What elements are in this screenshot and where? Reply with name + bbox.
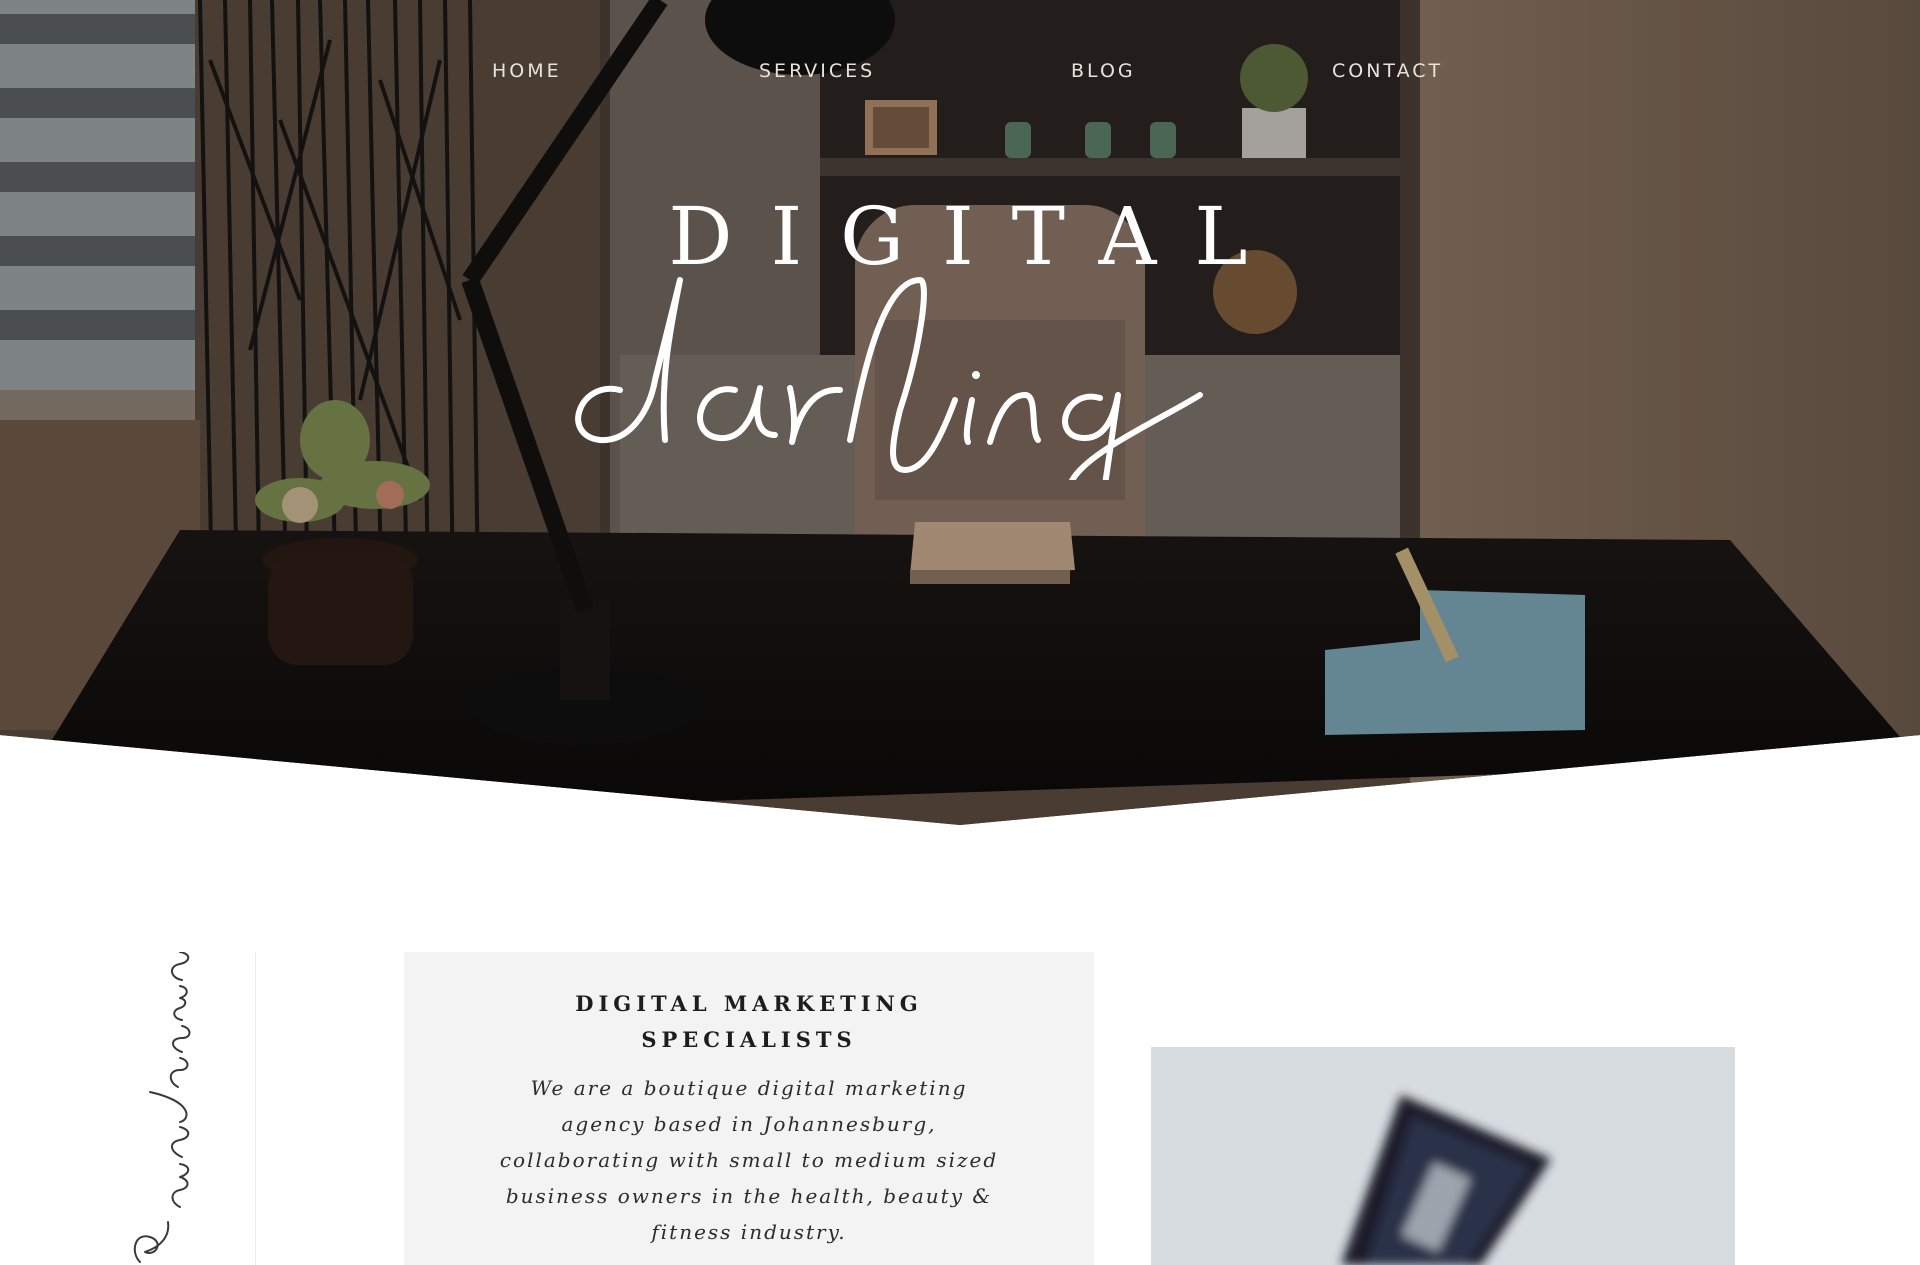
welcome-script-glyph <box>133 952 191 1263</box>
site-logo[interactable]: DIGITAL darling <box>560 160 1360 511</box>
intro-heading: DIGITAL MARKETING SPECIALISTS <box>404 986 1094 1058</box>
nav-link-home[interactable]: HOME <box>492 60 562 82</box>
hero-banner: HOME SERVICES BLOG CONTACT DIGITAL darli… <box>0 0 1920 825</box>
logo-script-text: darling <box>560 270 1360 271</box>
intro-card: DIGITAL MARKETING SPECIALISTS We are a b… <box>404 952 1094 1265</box>
logo-script-glyph <box>575 277 1203 511</box>
intro-heading-line1: DIGITAL MARKETING <box>575 991 923 1016</box>
phone-photo-image <box>1151 1047 1735 1265</box>
side-photo <box>1151 1047 1735 1265</box>
main-navigation: HOME SERVICES BLOG CONTACT <box>0 60 1920 90</box>
nav-link-services[interactable]: SERVICES <box>759 60 875 82</box>
intro-heading-line2: SPECIALISTS <box>641 1027 857 1052</box>
nav-link-contact[interactable]: CONTACT <box>1332 60 1443 82</box>
welcome-script-column: & welcome <box>110 952 256 1265</box>
intro-body-text: We are a boutique digital marketing agen… <box>499 1076 999 1244</box>
nav-link-blog[interactable]: BLOG <box>1071 60 1136 82</box>
logo-script-darling: darling <box>560 270 1360 511</box>
